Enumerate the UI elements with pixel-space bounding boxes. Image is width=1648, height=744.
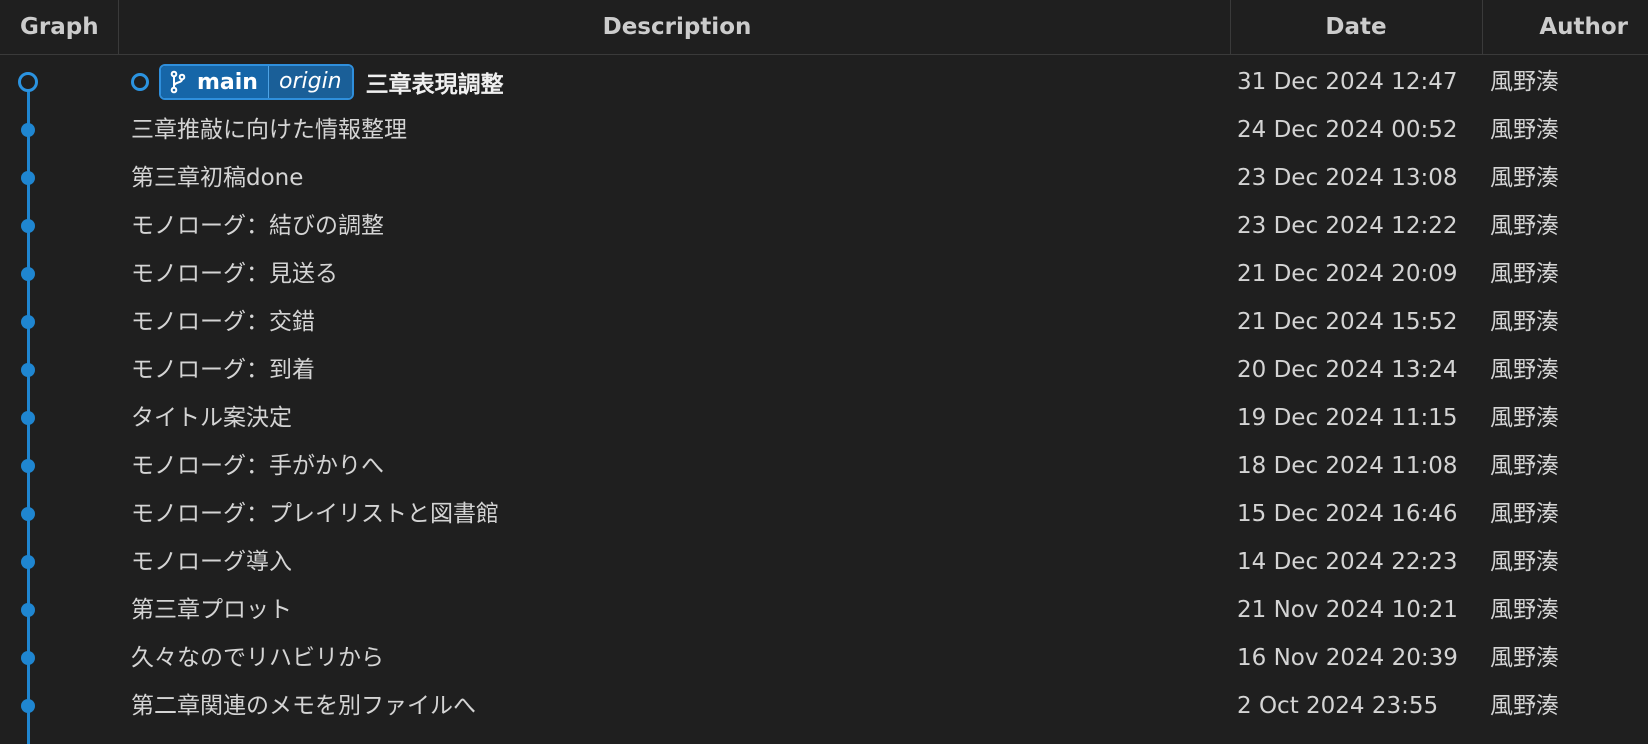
commit-date: 16 Nov 2024 20:39 — [1237, 645, 1458, 671]
commit-node — [21, 123, 35, 137]
commit-row[interactable]: 第三章プロット 21 Nov 2024 10:21 風野湊 — [0, 586, 1648, 634]
commit-date: 2 Oct 2024 23:55 — [1237, 693, 1439, 719]
commit-row-head[interactable]: main origin 三章表現調整 31 Dec 2024 12:47 風野湊 — [0, 58, 1648, 106]
commit-author: 風野湊 — [1490, 501, 1559, 527]
commit-date: 23 Dec 2024 12:22 — [1237, 213, 1458, 239]
commit-message: モノローグ：結びの調整 — [131, 213, 384, 239]
commit-author: 風野湊 — [1490, 357, 1559, 383]
commit-date: 21 Nov 2024 10:21 — [1237, 597, 1458, 623]
column-header-date[interactable]: Date — [1230, 0, 1482, 54]
commit-node — [21, 219, 35, 233]
commit-node — [21, 363, 35, 377]
commit-date: 18 Dec 2024 11:08 — [1237, 453, 1458, 479]
column-header-graph[interactable]: Graph — [20, 0, 99, 54]
commit-date: 31 Dec 2024 12:47 — [1237, 69, 1458, 95]
column-header-author[interactable]: Author — [1482, 0, 1648, 54]
commit-message: モノローグ：プレイリストと図書館 — [131, 501, 499, 527]
commit-author: 風野湊 — [1490, 117, 1559, 143]
commit-row[interactable]: モノローグ：プレイリストと図書館 15 Dec 2024 16:46 風野湊 — [0, 490, 1648, 538]
branch-name: main — [197, 69, 258, 95]
commit-row[interactable]: モノローグ：交錯 21 Dec 2024 15:52 風野湊 — [0, 298, 1648, 346]
commit-message: モノローグ：到着 — [131, 357, 315, 383]
commit-message: モノローグ：手がかりへ — [131, 453, 384, 479]
commit-date: 14 Dec 2024 22:23 — [1237, 549, 1458, 575]
commit-message: タイトル案決定 — [131, 405, 292, 431]
column-header-description[interactable]: Description — [124, 0, 1230, 54]
commit-row[interactable]: タイトル案決定 19 Dec 2024 11:15 風野湊 — [0, 394, 1648, 442]
commit-row[interactable]: モノローグ導入 14 Dec 2024 22:23 風野湊 — [0, 538, 1648, 586]
branch-badge[interactable]: main origin — [159, 64, 354, 100]
commit-node — [21, 315, 35, 329]
commit-row[interactable]: 第三章初稿done 23 Dec 2024 13:08 風野湊 — [0, 154, 1648, 202]
commit-date: 20 Dec 2024 13:24 — [1237, 357, 1458, 383]
commit-date: 15 Dec 2024 16:46 — [1237, 501, 1458, 527]
commit-row[interactable]: モノローグ：到着 20 Dec 2024 13:24 風野湊 — [0, 346, 1648, 394]
commit-message: 第三章初稿done — [131, 165, 304, 191]
commit-message: 久々なのでリハビリから — [131, 645, 384, 671]
commit-author: 風野湊 — [1490, 165, 1559, 191]
commit-date: 19 Dec 2024 11:15 — [1237, 405, 1458, 431]
commit-message: 三章推敲に向けた情報整理 — [131, 117, 407, 143]
commit-node — [21, 555, 35, 569]
commit-message: モノローグ：見送る — [131, 261, 338, 287]
commit-row[interactable]: モノローグ：結びの調整 23 Dec 2024 12:22 風野湊 — [0, 202, 1648, 250]
column-divider[interactable] — [118, 0, 119, 54]
commit-author: 風野湊 — [1490, 69, 1559, 95]
head-commit-description: main origin 三章表現調整 — [131, 58, 504, 106]
current-commit-marker-icon — [131, 73, 149, 91]
commit-node — [21, 267, 35, 281]
commit-author: 風野湊 — [1490, 645, 1559, 671]
commit-row[interactable]: 久々なのでリハビリから 16 Nov 2024 20:39 風野湊 — [0, 634, 1648, 682]
commit-author: 風野湊 — [1490, 693, 1559, 719]
commit-author: 風野湊 — [1490, 261, 1559, 287]
commit-node — [21, 603, 35, 617]
commit-node — [21, 699, 35, 713]
commit-row[interactable]: 三章推敲に向けた情報整理 24 Dec 2024 00:52 風野湊 — [0, 106, 1648, 154]
commit-node — [21, 411, 35, 425]
commit-node — [21, 171, 35, 185]
branch-badge-local[interactable]: main — [161, 66, 268, 98]
commit-table-header: Graph Description Date Author — [0, 0, 1648, 55]
commit-message: 第三章プロット — [131, 597, 292, 623]
commit-date: 21 Dec 2024 20:09 — [1237, 261, 1458, 287]
commit-author: 風野湊 — [1490, 597, 1559, 623]
commit-row[interactable]: 第二章関連のメモを別ファイルへ 2 Oct 2024 23:55 風野湊 — [0, 682, 1648, 730]
commit-author: 風野湊 — [1490, 549, 1559, 575]
commit-message: 第二章関連のメモを別ファイルへ — [131, 693, 476, 719]
commit-author: 風野湊 — [1490, 405, 1559, 431]
commit-list: main origin 三章表現調整 31 Dec 2024 12:47 風野湊… — [0, 58, 1648, 730]
commit-row[interactable]: モノローグ：手がかりへ 18 Dec 2024 11:08 風野湊 — [0, 442, 1648, 490]
commit-date: 23 Dec 2024 13:08 — [1237, 165, 1458, 191]
commit-date: 21 Dec 2024 15:52 — [1237, 309, 1458, 335]
commit-message: モノローグ導入 — [131, 549, 292, 575]
commit-author: 風野湊 — [1490, 453, 1559, 479]
commit-date: 24 Dec 2024 00:52 — [1237, 117, 1458, 143]
remote-name[interactable]: origin — [267, 66, 352, 98]
commit-row[interactable]: モノローグ：見送る 21 Dec 2024 20:09 風野湊 — [0, 250, 1648, 298]
git-branch-icon — [170, 70, 186, 94]
commit-message: モノローグ：交錯 — [131, 309, 315, 335]
commit-author: 風野湊 — [1490, 309, 1559, 335]
commit-author: 風野湊 — [1490, 213, 1559, 239]
commit-node — [21, 507, 35, 521]
commit-message: 三章表現調整 — [365, 72, 504, 98]
commit-node — [21, 651, 35, 665]
commit-node — [21, 459, 35, 473]
